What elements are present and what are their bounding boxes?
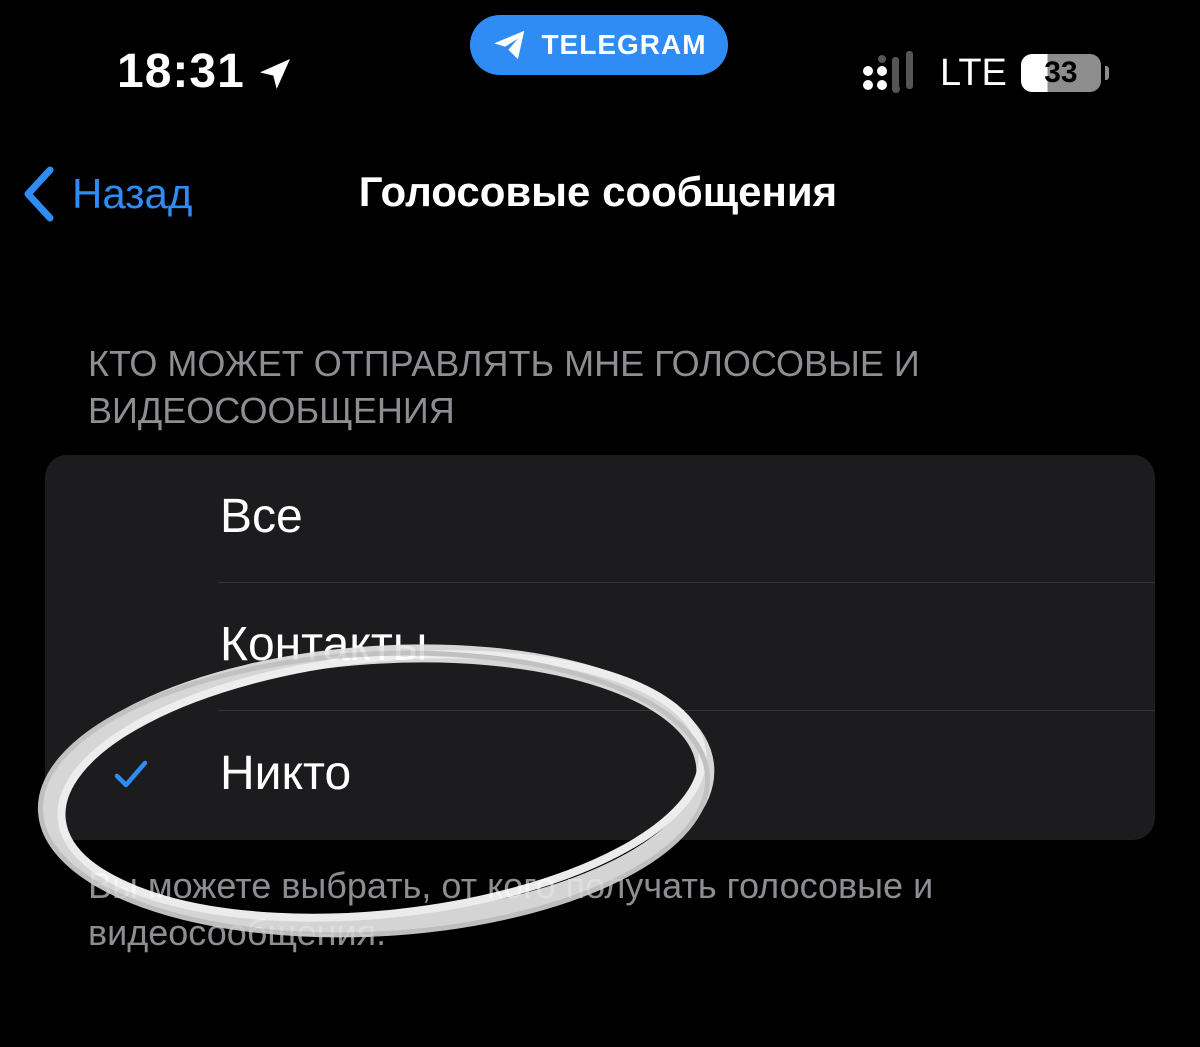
page-title: Голосовые сообщения bbox=[358, 168, 838, 215]
battery-tip bbox=[1104, 66, 1109, 80]
app-pill-label: TELEGRAM bbox=[541, 29, 707, 60]
status-time: 18:31 bbox=[117, 44, 295, 99]
option-label: Все bbox=[220, 490, 303, 543]
battery-level: 33 bbox=[1044, 56, 1078, 89]
row-divider bbox=[218, 710, 1155, 711]
checkmark-icon bbox=[114, 760, 148, 788]
option-row-nobody[interactable]: Никто bbox=[45, 712, 1155, 840]
option-row-contacts[interactable]: Контакты bbox=[45, 583, 1155, 711]
battery-indicator: 33 bbox=[1020, 54, 1109, 92]
status-indicators: LTE 33 bbox=[862, 48, 1109, 98]
network-type: LTE bbox=[940, 51, 1007, 94]
signal-icon bbox=[863, 51, 913, 93]
option-label: Контакты bbox=[220, 618, 428, 671]
telegram-plane-icon bbox=[494, 30, 525, 60]
section-footer: Вы можете выбрать, от кого получать голо… bbox=[88, 865, 934, 953]
options-group: Все Контакты Никто bbox=[45, 455, 1155, 840]
time-label: 18:31 bbox=[117, 45, 245, 98]
option-label: Никто bbox=[220, 747, 352, 800]
telegram-app-pill[interactable]: TELEGRAM bbox=[470, 15, 728, 75]
location-arrow-icon bbox=[259, 58, 290, 89]
option-row-all[interactable]: Все bbox=[45, 455, 1155, 583]
section-header: КТО МОЖЕТ ОТПРАВЛЯТЬ МНЕ ГОЛОСОВЫЕ И ВИД… bbox=[88, 343, 920, 431]
